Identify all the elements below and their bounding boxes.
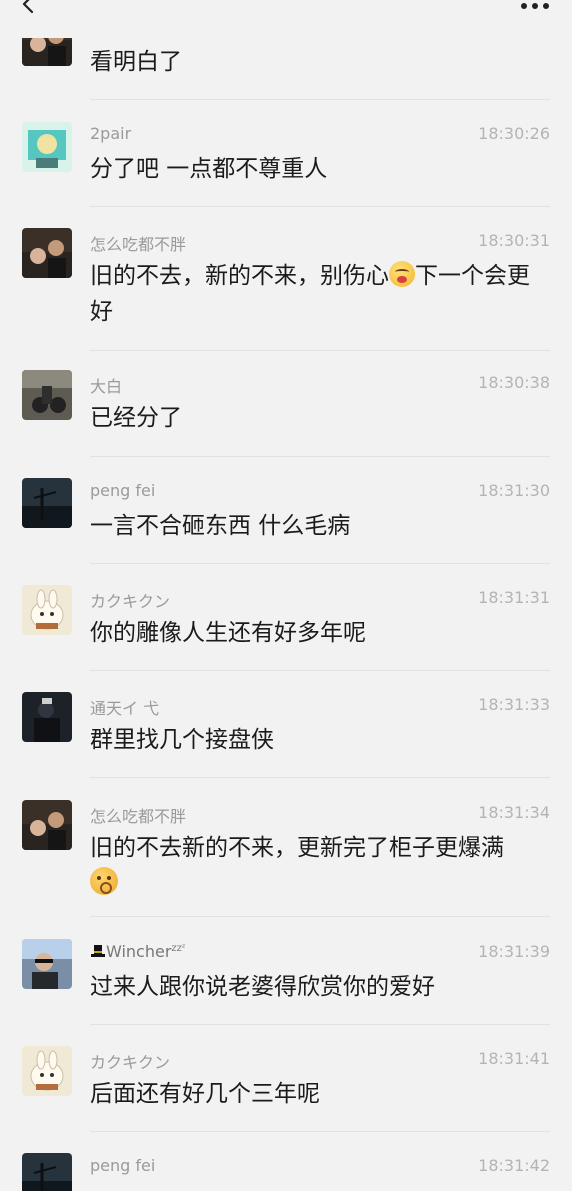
message-text: 旧的不去新的不来，更新完了柜子更爆满	[90, 835, 504, 861]
timestamp: 18:31:42	[478, 1156, 550, 1175]
divider	[90, 350, 550, 351]
message-text: 一言不合砸东西 什么毛病	[90, 513, 351, 539]
sender-name: Wincherzzᶻ	[90, 942, 186, 961]
chevron-left-icon[interactable]	[14, 0, 42, 20]
sender-name: 大白	[90, 377, 123, 396]
avatar[interactable]	[22, 1046, 72, 1096]
avatar[interactable]	[22, 585, 72, 635]
divider	[90, 916, 550, 917]
sender-name: 通天イ 弋	[90, 699, 160, 718]
timestamp: 18:31:34	[478, 803, 550, 822]
timestamp: 18:31:41	[478, 1049, 550, 1068]
avatar[interactable]	[22, 939, 72, 989]
top-bar	[0, 0, 572, 38]
divider	[90, 206, 550, 207]
sender-name: カクキクン	[90, 592, 171, 611]
sender-name: カクキクン	[90, 1053, 171, 1072]
avatar[interactable]	[22, 800, 72, 850]
divider	[90, 777, 550, 778]
timestamp: 18:31:39	[478, 942, 550, 961]
message-text: 过来人跟你说老婆得欣赏你的爱好	[90, 974, 435, 1000]
sender-name-text: Wincher	[106, 942, 172, 961]
avatar[interactable]	[22, 478, 72, 528]
message-text: 旧的不去，新的不来，别伤心 下一个会更好	[90, 258, 545, 330]
divider	[90, 563, 550, 564]
timestamp: 18:30:26	[478, 124, 550, 143]
avatar[interactable]	[22, 122, 72, 172]
timestamp: 18:31:33	[478, 695, 550, 714]
chat-screen: 看明白了 2pair 18:30:26 分了吧 一点都不尊重人 怎么吃都不胖 1…	[0, 0, 572, 1191]
avatar[interactable]	[22, 228, 72, 278]
avatar[interactable]	[22, 370, 72, 420]
message-text: 分了吧 一点都不尊重人	[90, 156, 328, 182]
divider	[90, 1024, 550, 1025]
message-text: 已经分了	[90, 405, 182, 431]
message-text: 你的雕像人生还有好多年呢	[90, 620, 366, 646]
avatar[interactable]	[22, 1153, 72, 1191]
sender-name: 怎么吃都不胖	[90, 807, 187, 826]
avatar[interactable]	[22, 692, 72, 742]
top-hat-icon	[91, 945, 105, 957]
timestamp: 18:30:38	[478, 373, 550, 392]
sleep-zz: zzᶻ	[171, 943, 186, 954]
message-text: 群里找几个接盘侠	[90, 727, 274, 753]
divider	[90, 99, 550, 100]
divider	[90, 670, 550, 671]
sender-name: 2pair	[90, 124, 132, 143]
worried-face-icon	[389, 261, 415, 287]
sender-name: peng fei	[90, 481, 156, 500]
sender-name: 怎么吃都不胖	[90, 235, 187, 254]
timestamp: 18:31:30	[478, 481, 550, 500]
divider	[90, 456, 550, 457]
divider	[90, 1131, 550, 1132]
message-text: 后面还有好几个三年呢	[90, 1081, 320, 1107]
more-horizontal-icon[interactable]	[520, 2, 550, 10]
message-text-part: 旧的不去，新的不来，别伤心	[90, 263, 389, 289]
timestamp: 18:30:31	[478, 231, 550, 250]
sender-name: peng fei	[90, 1156, 156, 1175]
message-text: 看明白了	[90, 49, 182, 75]
timestamp: 18:31:31	[478, 588, 550, 607]
shush-face-icon	[90, 867, 118, 895]
